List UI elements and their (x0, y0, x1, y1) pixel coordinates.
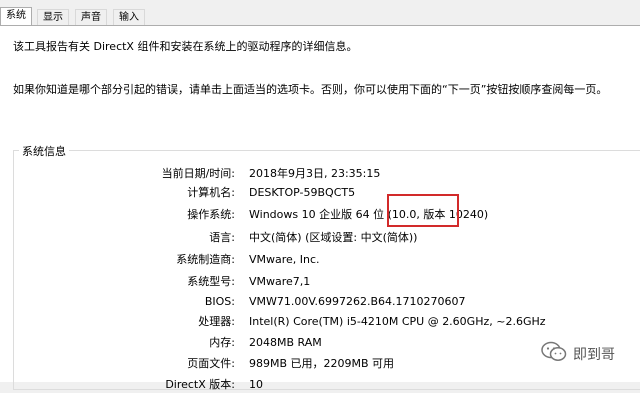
info-row-memory: 内存: 2048MB RAM (14, 335, 614, 351)
info-value: 989MB 已用，2209MB 可用 (249, 357, 395, 370)
info-label: 处理器: (198, 315, 235, 328)
info-value: Intel(R) Core(TM) i5-4210M CPU @ 2.60GHz… (249, 315, 546, 328)
info-row-bios: BIOS: VMW71.00V.6997262.B64.1710270607 (14, 294, 614, 310)
info-row-model: 系统型号: VMware7,1 (14, 274, 614, 290)
tab-system[interactable]: 系统 (0, 7, 32, 26)
info-row-processor: 处理器: Intel(R) Core(TM) i5-4210M CPU @ 2.… (14, 314, 614, 330)
info-label: 内存: (209, 336, 235, 349)
info-label: 系统型号: (187, 275, 235, 288)
info-value: 2048MB RAM (249, 336, 322, 349)
watermark-text: 即到哥 (573, 347, 615, 363)
info-row-os: 操作系统: Windows 10 企业版 64 位 (10.0, 版本 1024… (14, 207, 614, 223)
info-row-page-file: 页面文件: 989MB 已用，2209MB 可用 (14, 356, 614, 372)
info-value: VMware7,1 (249, 275, 311, 288)
info-row-language: 语言: 中文(简体) (区域设置: 中文(简体)) (14, 230, 614, 246)
watermark: 即到哥 (541, 341, 615, 367)
info-value: VMware, Inc. (249, 253, 320, 266)
info-value: 中文(简体) (区域设置: 中文(简体)) (249, 231, 418, 244)
intro-hint-text: 如果你知道是哪个部分引起的错误，请单击上面适当的选项卡。否则，你可以使用下面的“… (13, 83, 608, 96)
info-value: 2018年9月3日, 23:35:15 (249, 167, 381, 180)
info-label: 计算机名: (187, 186, 235, 199)
tab-sound[interactable]: 声音 (75, 9, 107, 25)
info-value: DESKTOP-59BQCT5 (249, 186, 356, 199)
wechat-icon (541, 341, 567, 367)
tab-display[interactable]: 显示 (37, 9, 69, 25)
info-row-datetime: 当前日期/时间: 2018年9月3日, 23:35:15 (14, 166, 614, 182)
info-label: 当前日期/时间: (161, 167, 235, 180)
tab-panel-system: 该工具报告有关 DirectX 组件和安装在系统上的驱动程序的详细信息。 如果你… (0, 25, 640, 391)
info-value: 10 (249, 378, 263, 391)
info-label: 系统制造商: (176, 253, 235, 266)
tab-bar: 系统 显示 声音 输入 (0, 0, 640, 26)
info-label: BIOS: (204, 295, 235, 308)
info-row-computer-name: 计算机名: DESKTOP-59BQCT5 (14, 185, 614, 201)
info-label: 语言: (209, 231, 235, 244)
info-value: VMW71.00V.6997262.B64.1710270607 (249, 295, 466, 308)
info-row-manufacturer: 系统制造商: VMware, Inc. (14, 252, 614, 268)
info-label: DirectX 版本: (165, 378, 235, 391)
intro-text: 该工具报告有关 DirectX 组件和安装在系统上的驱动程序的详细信息。 (13, 40, 358, 53)
info-label: 页面文件: (187, 357, 235, 370)
tab-input[interactable]: 输入 (113, 9, 145, 25)
version-highlight-box (387, 194, 459, 227)
info-row-directx-version: DirectX 版本: 10 (14, 377, 614, 393)
group-title: 系统信息 (19, 143, 69, 159)
info-label: 操作系统: (187, 208, 235, 221)
